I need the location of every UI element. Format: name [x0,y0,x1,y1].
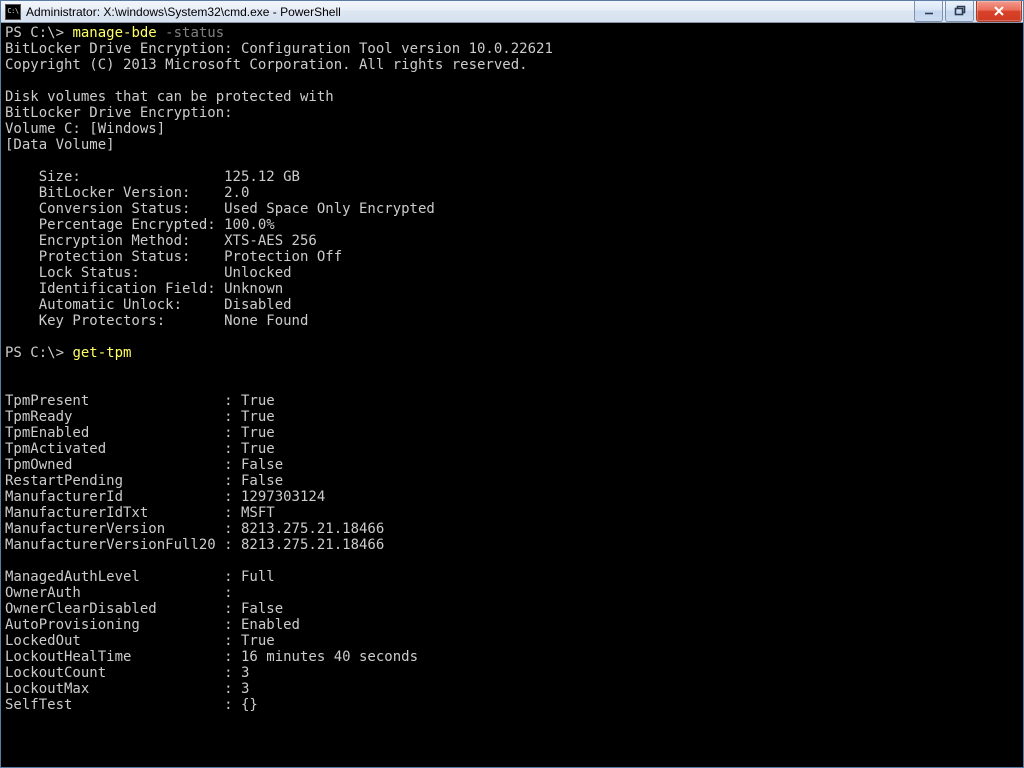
command: get-tpm [72,345,131,361]
command-arg: -status [157,25,224,41]
terminal-line: PS C:\> manage-bde -status [5,25,1021,41]
terminal-line: [Data Volume] [5,137,1021,153]
terminal-line [5,329,1021,345]
terminal-line: AutoProvisioning : Enabled [5,617,1021,633]
terminal-line: TpmOwned : False [5,457,1021,473]
minimize-button[interactable] [914,1,943,22]
terminal-line: LockedOut : True [5,633,1021,649]
window-title: Administrator: X:\windows\System32\cmd.e… [26,5,341,19]
terminal-line: Size:125.12 GB [5,169,1021,185]
terminal-line: Conversion Status:Used Space Only Encryp… [5,201,1021,217]
close-icon [992,5,1006,17]
terminal-line [5,361,1021,377]
terminal-line: Volume C: [Windows] [5,121,1021,137]
terminal-line: TpmEnabled : True [5,425,1021,441]
terminal-line: ManufacturerVersionFull20 : 8213.275.21.… [5,537,1021,553]
terminal-line: ManufacturerIdTxt : MSFT [5,505,1021,521]
ps-prompt: PS C:\> [5,25,72,41]
maximize-icon [954,5,966,17]
terminal-line: OwnerAuth : [5,585,1021,601]
terminal-line: ManufacturerVersion : 8213.275.21.18466 [5,521,1021,537]
terminal-line: TpmActivated : True [5,441,1021,457]
terminal-line: Lock Status:Unlocked [5,265,1021,281]
terminal-line: Percentage Encrypted:100.0% [5,217,1021,233]
terminal-line: Encryption Method:XTS-AES 256 [5,233,1021,249]
close-button[interactable] [976,1,1022,22]
ps-prompt: PS C:\> [5,345,72,361]
terminal-line: SelfTest : {} [5,697,1021,713]
terminal-line: OwnerClearDisabled : False [5,601,1021,617]
window-controls [912,1,1023,22]
terminal-output[interactable]: PS C:\> manage-bde -statusBitLocker Driv… [1,23,1023,767]
terminal-line: Identification Field:Unknown [5,281,1021,297]
terminal-line [5,377,1021,393]
minimize-icon [923,5,935,17]
terminal-line: LockoutMax : 3 [5,681,1021,697]
terminal-line [5,553,1021,569]
terminal-line: Key Protectors:None Found [5,313,1021,329]
terminal-line: BitLocker Version:2.0 [5,185,1021,201]
terminal-line: Protection Status:Protection Off [5,249,1021,265]
terminal-line [5,73,1021,89]
terminal-line: RestartPending : False [5,473,1021,489]
terminal-line: BitLocker Drive Encryption: Configuratio… [5,41,1021,57]
terminal-line: PS C:\> get-tpm [5,345,1021,361]
terminal-line: ManufacturerId : 1297303124 [5,489,1021,505]
terminal-line: Disk volumes that can be protected with [5,89,1021,105]
maximize-button[interactable] [945,1,974,22]
terminal-line: Automatic Unlock:Disabled [5,297,1021,313]
terminal-line [5,153,1021,169]
terminal-line: TpmReady : True [5,409,1021,425]
terminal-line: Copyright (C) 2013 Microsoft Corporation… [5,57,1021,73]
titlebar[interactable]: Administrator: X:\windows\System32\cmd.e… [1,1,1023,23]
command: manage-bde [72,25,156,41]
console-window: Administrator: X:\windows\System32\cmd.e… [0,0,1024,768]
terminal-line: BitLocker Drive Encryption: [5,105,1021,121]
terminal-line: TpmPresent : True [5,393,1021,409]
terminal-line: LockoutHealTime : 16 minutes 40 seconds [5,649,1021,665]
terminal-line: ManagedAuthLevel : Full [5,569,1021,585]
terminal-line: LockoutCount : 3 [5,665,1021,681]
cmd-icon [5,4,21,20]
